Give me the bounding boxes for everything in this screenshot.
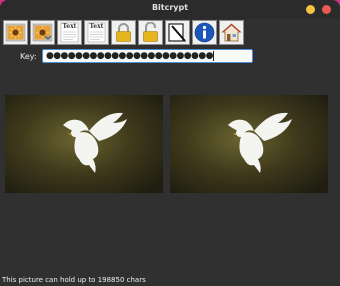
unlock-icon [143, 22, 158, 42]
edit-button[interactable] [165, 20, 190, 45]
info-button[interactable] [192, 20, 217, 45]
key-input-value: ●●●●●●●●●●●●●●●●●●●●●●● [46, 51, 213, 61]
save-text-label: Text [89, 23, 104, 30]
key-label: Key: [20, 52, 37, 61]
open-text-button[interactable]: Text [57, 20, 82, 45]
home-button[interactable] [219, 20, 244, 45]
text-caret [212, 50, 214, 61]
save-text-button[interactable]: Text [84, 20, 109, 45]
title-bar[interactable]: Bitcrypt [0, 0, 340, 19]
home-icon [221, 23, 242, 42]
save-image-button[interactable] [30, 20, 55, 45]
close-button[interactable] [322, 5, 331, 14]
window-title: Bitcrypt [151, 3, 189, 12]
dove-photo-original [5, 95, 163, 193]
encoded-image [170, 95, 328, 193]
encrypt-button[interactable] [111, 20, 136, 45]
status-text: This picture can hold up to 198850 chars [2, 276, 146, 284]
open-image-button[interactable] [3, 20, 28, 45]
edit-icon [168, 23, 186, 42]
key-input[interactable]: ●●●●●●●●●●●●●●●●●●●●●●● [42, 49, 253, 63]
info-icon [194, 22, 215, 43]
dove-photo-encoded [170, 95, 328, 193]
save-image-icon [32, 23, 53, 42]
decrypt-button[interactable] [138, 20, 163, 45]
minimize-button[interactable] [306, 5, 315, 14]
open-image-icon [5, 23, 26, 42]
open-text-label: Text [62, 23, 77, 30]
app-window: Bitcrypt Text Text Key: ●●●●●●●●●●●●●●●●… [0, 0, 340, 286]
original-image [5, 95, 163, 193]
lock-icon [116, 23, 131, 42]
